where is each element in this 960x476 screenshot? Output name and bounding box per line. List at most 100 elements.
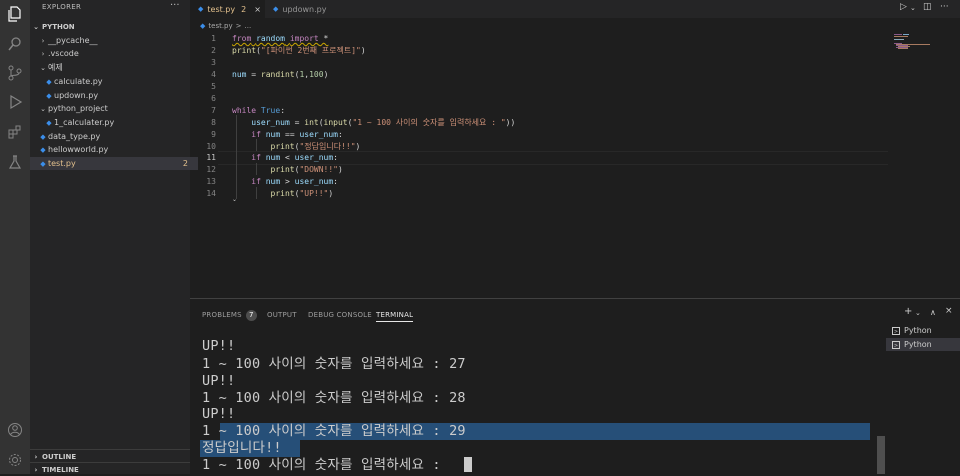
workspace-root[interactable]: ⌄ PYTHON: [30, 20, 190, 33]
tab-test-py[interactable]: ◆ test.py 2 ×: [190, 0, 265, 18]
python-file-icon: ◆: [46, 91, 52, 100]
tab-updown-py[interactable]: ◆ updown.py: [265, 0, 345, 18]
terminal-scrollbar[interactable]: [877, 436, 885, 474]
python-file-icon: ◆: [40, 145, 46, 154]
tree-item-data-type[interactable]: ◆ data_type.py: [30, 130, 198, 143]
tree-item-examples-folder[interactable]: ⌄ 예제: [30, 61, 198, 74]
python-file-icon: ◆: [273, 5, 279, 13]
run-icon[interactable]: ▷: [900, 2, 907, 12]
explorer-title: EXPLORER: [42, 3, 82, 11]
maximize-panel-icon[interactable]: ∧: [930, 308, 936, 317]
line-number: 1: [211, 34, 216, 43]
terminal-line: UP!!: [202, 406, 236, 422]
code-line[interactable]: if num < user_num:: [232, 152, 338, 164]
tree-item-label: data_type.py: [48, 132, 101, 141]
explorer-sidebar: EXPLORER ··· ⌄ PYTHON › __pycache__ › .vsc…: [30, 0, 198, 474]
python-file-icon: ◆: [200, 22, 206, 30]
workspace-root-label: PYTHON: [42, 22, 75, 31]
chevron-right-icon: ›: [41, 49, 45, 58]
tab-label: TERMINAL: [376, 311, 414, 319]
search-icon[interactable]: [0, 30, 30, 58]
terminal-list-item[interactable]: > Python: [886, 324, 960, 337]
tab-terminal[interactable]: TERMINAL: [376, 309, 414, 322]
tree-item-python-project[interactable]: ⌄ python_project: [30, 102, 198, 115]
code-line[interactable]: from random import *: [232, 33, 328, 45]
tree-item-label: __pycache__: [48, 36, 98, 45]
tree-item-1-calculater[interactable]: ◆ 1_calculater.py: [30, 116, 204, 129]
terminal-line: UP!!: [202, 338, 236, 354]
terminal-label: Python: [904, 326, 932, 335]
code-line[interactable]: print("UP!!"): [232, 188, 334, 200]
timeline-label: TIMELINE: [42, 465, 79, 474]
extensions-icon[interactable]: [0, 118, 30, 146]
code-line[interactable]: if num == user_num:: [232, 129, 343, 141]
chevron-down-icon: ⌄: [33, 22, 39, 31]
tab-label: updown.py: [282, 4, 327, 14]
line-number: 11: [206, 153, 216, 162]
tree-item-label: hellowworld.py: [48, 145, 109, 154]
line-number: 7: [211, 106, 216, 115]
terminal-cursor: [464, 457, 472, 472]
breadcrumb[interactable]: ◆ test.py > ...: [200, 20, 251, 32]
code-line[interactable]: print("[파이썬 2번째 프로젝트]"): [232, 45, 366, 57]
chevron-down-icon: ⌄: [40, 104, 46, 113]
line-number: 9: [211, 130, 216, 139]
problems-count-badge: 7: [245, 309, 257, 321]
line-number: 6: [211, 94, 216, 103]
tab-label: OUTPUT: [267, 311, 297, 319]
split-editor-icon[interactable]: ◫: [923, 2, 932, 12]
tree-item-calculate[interactable]: ◆ calculate.py: [30, 75, 204, 88]
editor-tab-bar: ◆ test.py 2 × ◆ updown.py ▷ ⌄ ◫ ···: [190, 0, 960, 18]
tree-item-label: python_project: [48, 104, 108, 113]
fold-marker: ⌄: [232, 196, 238, 203]
code-line[interactable]: while True:: [232, 105, 285, 117]
new-terminal-icon[interactable]: +: [904, 306, 912, 317]
tree-item-label: 1_calculater.py: [54, 118, 115, 127]
code-line[interactable]: num = randint(1,100): [232, 69, 328, 81]
outline-section[interactable]: › OUTLINE: [30, 449, 190, 463]
python-file-icon: ◆: [40, 159, 46, 168]
terminal-line: UP!!: [202, 373, 236, 389]
tree-item-test[interactable]: ◆ test.py 2: [30, 157, 198, 170]
breadcrumb-more: ...: [244, 22, 252, 30]
outline-label: OUTLINE: [42, 452, 77, 461]
settings-gear-icon[interactable]: [0, 446, 30, 474]
line-number: 3: [211, 58, 216, 67]
tab-debug-console[interactable]: DEBUG CONSOLE: [308, 309, 372, 321]
line-number: 8: [211, 118, 216, 127]
terminal-prompt-line[interactable]: 1 ~ 100 사이의 숫자를 입력하세요 :: [202, 457, 449, 474]
tree-item-updown[interactable]: ◆ updown.py: [30, 89, 204, 102]
python-file-icon: ◆: [198, 5, 204, 13]
account-icon[interactable]: [0, 416, 30, 444]
close-panel-icon[interactable]: ×: [945, 306, 953, 316]
line-number: 14: [206, 189, 216, 198]
chevron-right-icon: ›: [41, 36, 45, 45]
python-file-icon: ◆: [46, 77, 52, 86]
more-actions-icon[interactable]: ···: [940, 2, 949, 12]
tab-label: test.py: [207, 4, 236, 14]
terminal-list-item[interactable]: > Python: [886, 338, 960, 351]
line-number: 5: [211, 82, 216, 91]
close-icon[interactable]: ×: [254, 5, 261, 14]
code-line[interactable]: if num > user_num:: [232, 176, 338, 188]
minimap[interactable]: [894, 34, 944, 50]
tab-output[interactable]: OUTPUT: [267, 309, 297, 321]
tree-item-pycache[interactable]: › __pycache__: [30, 34, 198, 47]
run-debug-icon[interactable]: [0, 88, 30, 116]
source-control-icon[interactable]: [0, 59, 30, 87]
tree-item-hellowworld[interactable]: ◆ hellowworld.py: [30, 143, 198, 156]
explorer-icon[interactable]: [0, 0, 30, 28]
line-number: 2: [211, 46, 216, 55]
code-line[interactable]: user_num = int(input("1 ~ 100 사이의 숫자를 입력…: [232, 117, 515, 129]
testing-icon[interactable]: [0, 148, 30, 176]
chevron-down-icon[interactable]: ⌄: [910, 4, 916, 12]
more-actions-icon[interactable]: ···: [170, 0, 180, 11]
chevron-down-icon[interactable]: ⌄: [915, 309, 921, 317]
tree-item-vscode[interactable]: › .vscode: [30, 47, 198, 60]
python-file-icon: ◆: [40, 132, 46, 141]
tab-problems[interactable]: PROBLEMS 7: [202, 309, 257, 321]
tree-item-label: calculate.py: [54, 77, 103, 86]
line-number: 13: [206, 177, 216, 186]
code-line[interactable]: print("DOWN!!"): [232, 164, 343, 176]
tab-label: DEBUG CONSOLE: [308, 311, 372, 319]
